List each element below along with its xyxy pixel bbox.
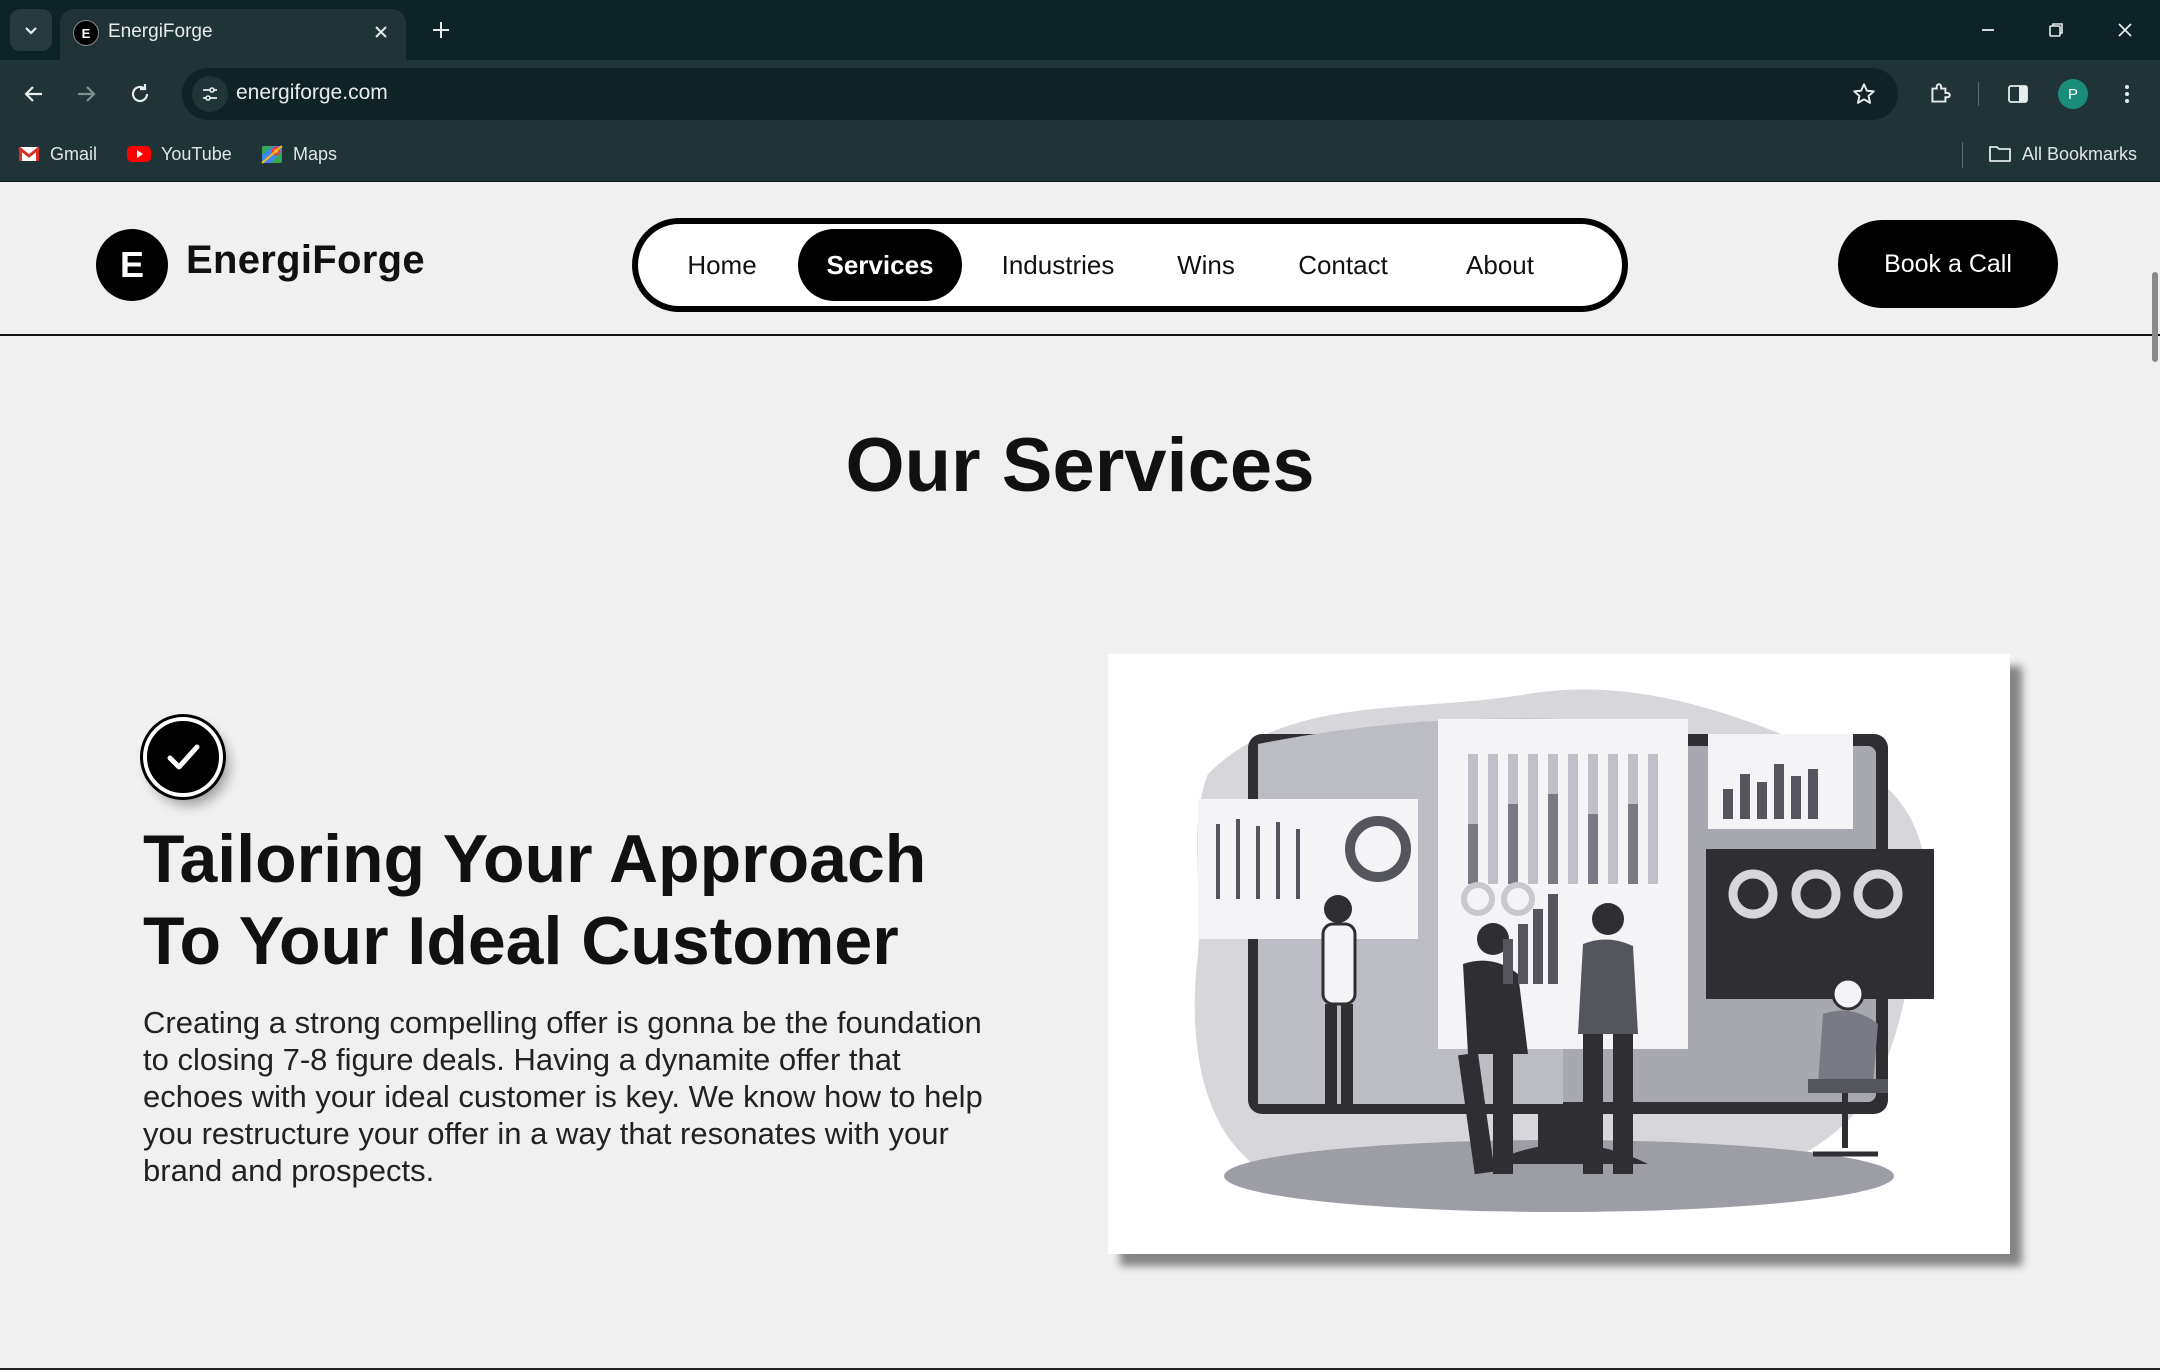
restore-icon: [2049, 23, 2063, 37]
bookmark-gmail[interactable]: Gmail: [18, 138, 97, 170]
browser-tab-strip: E EnergiForge: [0, 0, 2160, 60]
nav-item-about[interactable]: About: [1430, 229, 1570, 301]
nav-item-home[interactable]: Home: [660, 229, 784, 301]
nav-item-services[interactable]: Services: [798, 229, 962, 301]
close-icon: [375, 26, 387, 38]
side-panel-icon: [2008, 85, 2028, 103]
scrollbar-thumb[interactable]: [2152, 272, 2158, 362]
web-page: E EnergiForge Home Services Industries W…: [0, 182, 2160, 1370]
toolbar-separator: [1978, 82, 1979, 106]
service-title-line1: Tailoring Your Approach: [143, 821, 927, 897]
arrow-left-icon: [24, 86, 42, 102]
service-title-line2: To Your Ideal Customer: [143, 903, 899, 979]
arrow-right-icon: [78, 86, 96, 102]
close-icon: [2118, 23, 2132, 37]
address-bar[interactable]: energiforge.com: [182, 68, 1898, 120]
more-vert-icon: [2125, 85, 2129, 103]
bookmark-maps[interactable]: Maps: [261, 138, 337, 170]
service-title: Tailoring Your Approach To Your Ideal Cu…: [143, 818, 1043, 982]
section-title: Our Services: [845, 423, 1315, 508]
main-nav: Home Services Industries Wins Contact Ab…: [632, 218, 1628, 312]
minimize-button[interactable]: [1966, 10, 2010, 50]
url-text[interactable]: energiforge.com: [236, 81, 388, 105]
all-bookmarks-label: All Bookmarks: [2022, 143, 2138, 164]
tab-title: EnergiForge: [108, 21, 213, 42]
bookmarks-separator: [1962, 142, 1963, 168]
nav-item-wins[interactable]: Wins: [1156, 229, 1256, 301]
business-team-dashboard-illustration: [1194, 689, 1934, 1212]
bookmark-label: Gmail: [50, 143, 98, 164]
browser-toolbar: energiforge.com P: [0, 60, 2160, 128]
extensions-button[interactable]: [1920, 74, 1960, 114]
bookmark-star-button[interactable]: [1848, 78, 1880, 110]
folder-icon: [1988, 144, 2012, 164]
forward-button[interactable]: [66, 74, 106, 114]
new-tab-button[interactable]: [425, 14, 457, 46]
logo-mark[interactable]: E: [96, 229, 168, 301]
tab-search-button[interactable]: [10, 9, 52, 51]
back-button[interactable]: [14, 74, 54, 114]
tab-favicon: E: [73, 20, 99, 46]
nav-item-contact[interactable]: Contact: [1272, 229, 1414, 301]
bookmark-youtube[interactable]: YouTube: [127, 138, 232, 170]
browser-tab[interactable]: E EnergiForge: [60, 9, 406, 60]
site-info-button[interactable]: [192, 76, 228, 112]
reload-button[interactable]: [120, 74, 160, 114]
bookmark-label: YouTube: [161, 143, 232, 164]
plus-icon: [433, 22, 449, 38]
page-scrollbar[interactable]: [2148, 182, 2160, 1370]
reload-icon: [131, 84, 149, 103]
nav-item-industries[interactable]: Industries: [978, 229, 1138, 301]
gmail-icon: [18, 145, 40, 163]
browser-menu-button[interactable]: [2107, 74, 2147, 114]
minimize-icon: [1982, 29, 1994, 31]
checkmark-icon: [143, 717, 223, 797]
book-a-call-button[interactable]: Book a Call: [1838, 220, 2058, 308]
restore-button[interactable]: [2034, 10, 2078, 50]
puzzle-icon: [1931, 83, 1951, 103]
youtube-icon: [127, 145, 151, 163]
tune-icon: [203, 87, 217, 101]
profile-avatar[interactable]: P: [2058, 79, 2088, 109]
all-bookmarks-button[interactable]: All Bookmarks: [1988, 138, 2137, 170]
logo-text[interactable]: EnergiForge: [186, 238, 425, 283]
site-header: E EnergiForge Home Services Industries W…: [0, 182, 2160, 336]
bookmark-label: Maps: [293, 143, 338, 164]
star-icon: [1853, 83, 1875, 104]
service-illustration: [1108, 654, 2010, 1254]
tab-close-button[interactable]: [368, 19, 394, 45]
chevron-down-icon: [25, 27, 37, 35]
maps-icon: [261, 143, 283, 165]
side-panel-button[interactable]: [1998, 74, 2038, 114]
bookmarks-bar: Gmail YouTube Maps All Bookmarks: [0, 128, 2160, 182]
service-description: Creating a strong compelling offer is go…: [143, 1005, 983, 1188]
close-window-button[interactable]: [2103, 10, 2147, 50]
